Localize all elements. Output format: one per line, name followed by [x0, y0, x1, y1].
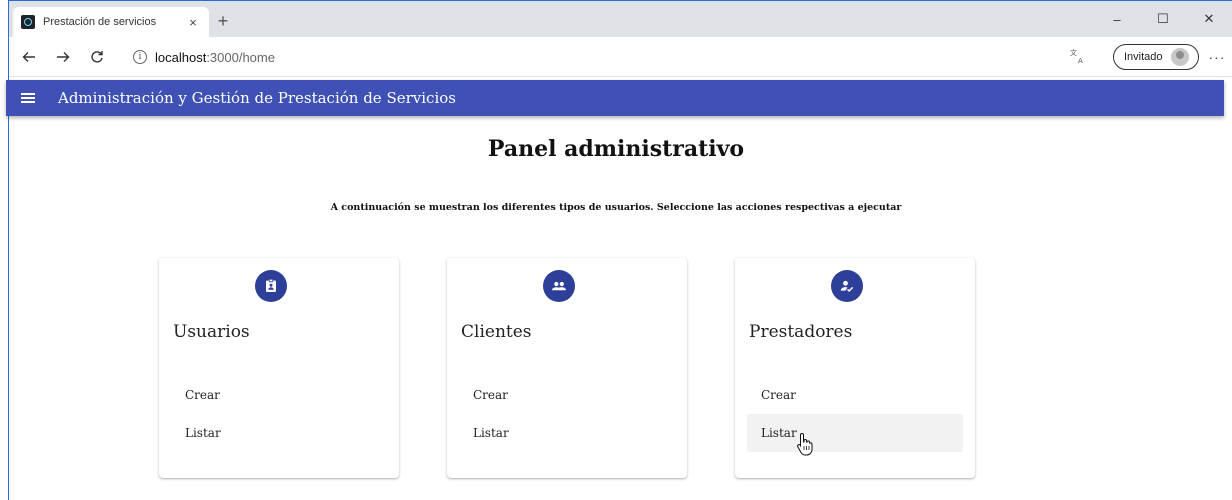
- svg-text:文: 文: [1070, 48, 1077, 57]
- listar-clientes-button[interactable]: Listar: [459, 414, 675, 452]
- crear-usuarios-button[interactable]: Crear: [171, 376, 387, 414]
- card-title: Usuarios: [173, 322, 250, 342]
- hamburger-menu-icon[interactable]: [6, 80, 50, 116]
- new-tab-button[interactable]: +: [213, 11, 233, 31]
- site-info-icon[interactable]: i: [133, 50, 147, 64]
- hand-cursor-icon: [797, 432, 813, 456]
- react-favicon-icon: [21, 15, 35, 29]
- profile-button[interactable]: Invitado: [1113, 44, 1199, 70]
- card-title: Prestadores: [749, 322, 853, 342]
- url-text: localhost:3000/home: [155, 49, 275, 65]
- back-arrow-icon: [22, 51, 35, 62]
- app-title: Administración y Gestión de Prestación d…: [58, 89, 456, 107]
- card-clientes: Clientes Crear Listar: [447, 258, 687, 478]
- refresh-button[interactable]: [83, 43, 111, 71]
- address-bar[interactable]: i localhost:3000/home: [127, 43, 1067, 71]
- translate-icon[interactable]: 文A: [1069, 47, 1087, 65]
- card-prestadores: Prestadores Crear Listar: [735, 258, 975, 478]
- tab-strip: Prestación de servicios × + – ☐ ✕: [9, 1, 1232, 37]
- back-button[interactable]: [15, 43, 43, 71]
- how-to-reg-icon: [831, 270, 863, 302]
- forward-arrow-icon: [57, 51, 70, 62]
- maximize-button[interactable]: ☐: [1140, 1, 1186, 37]
- more-options-icon[interactable]: ···: [1205, 45, 1229, 69]
- people-icon: [543, 270, 575, 302]
- browser-tab[interactable]: Prestación de servicios ×: [13, 7, 209, 37]
- card-title: Clientes: [461, 322, 532, 342]
- forward-button[interactable]: [49, 43, 77, 71]
- tab-close-icon[interactable]: ×: [185, 15, 201, 30]
- app-bar: Administración y Gestión de Prestación d…: [6, 80, 1224, 116]
- card-usuarios: Usuarios Crear Listar: [159, 258, 399, 478]
- profile-label: Invitado: [1124, 51, 1163, 63]
- minimize-button[interactable]: –: [1094, 1, 1140, 37]
- avatar: [1170, 48, 1189, 66]
- badge-icon: [255, 270, 287, 302]
- crear-prestadores-button[interactable]: Crear: [747, 376, 963, 414]
- page-subtitle: A continuación se muestran los diferente…: [330, 202, 902, 213]
- svg-text:A: A: [1078, 57, 1083, 64]
- window-controls: – ☐ ✕: [1094, 1, 1232, 37]
- crear-clientes-button[interactable]: Crear: [459, 376, 675, 414]
- browser-toolbar: i localhost:3000/home 文A Invitado ···: [9, 37, 1232, 77]
- tab-title: Prestación de servicios: [43, 16, 157, 28]
- listar-prestadores-button[interactable]: Listar: [747, 414, 963, 452]
- page-title: Panel administrativo: [487, 136, 745, 162]
- refresh-icon: [91, 50, 103, 63]
- close-window-button[interactable]: ✕: [1186, 1, 1232, 37]
- listar-usuarios-button[interactable]: Listar: [171, 414, 387, 452]
